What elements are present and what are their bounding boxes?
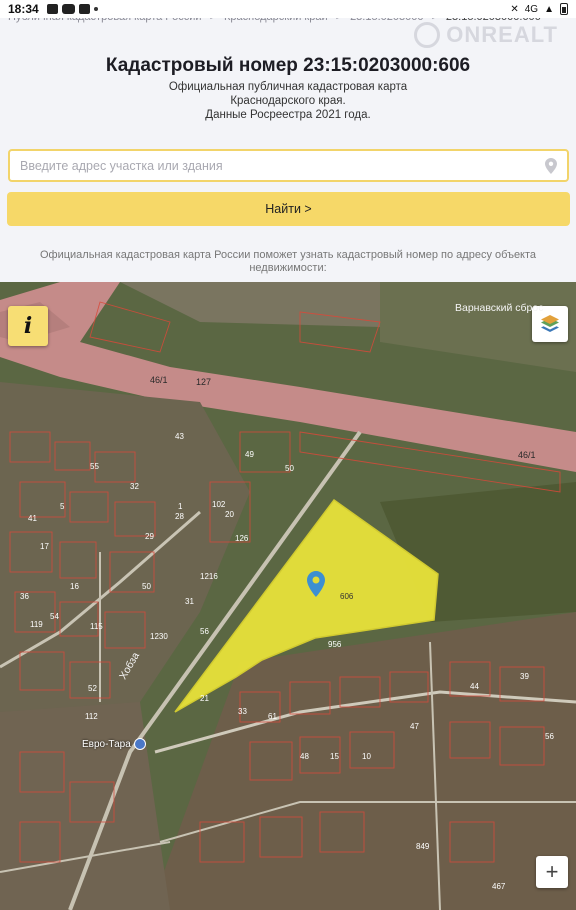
signal-icon: ▲ [544,3,554,15]
photo-icon [46,4,58,14]
satellite-map-layer [0,282,576,910]
mute-icon: ✕ [510,3,519,15]
parcel-label: 467 [492,882,506,891]
poi-marker-icon [133,738,146,750]
subtitle-line: Данные Росреестра 2021 года. [205,109,371,121]
cadastral-map[interactable]: i Варнавский сброс 46/1 46/1 127 Хобза 6… [0,282,576,910]
parcel-label: 54 [50,612,59,621]
parcel-label: 56 [545,732,554,741]
subtitle-line: Краснодарского края. [230,95,346,107]
parcel-label: 56 [200,627,209,636]
map-label-canal: 46/1 [518,450,536,460]
parcel-label: 43 [175,432,184,441]
parcel-label-selected: 606 [340,592,354,601]
parcel-label: 21 [200,694,209,703]
parcel-label: 20 [225,510,234,519]
parcel-label: 48 [300,752,309,761]
parcel-label: 119 [30,620,43,629]
youtube-icon [61,4,75,14]
page-subtitle: Официальная публичная кадастровая карта … [0,80,576,122]
zoom-in-button[interactable]: + [536,856,568,888]
notification-dot-icon [93,7,98,11]
info-button[interactable]: i [8,306,48,346]
subtitle-line: Официальная публичная кадастровая карта [168,81,408,93]
parcel-label: 61 [268,712,277,721]
watermark-text: ONREALT [446,22,558,47]
parcel-label: 36 [20,592,29,601]
status-bar: 18:34 ✕ 4G ▲ [0,0,576,18]
parcel-label: 44 [470,682,479,691]
location-pin-icon[interactable] [545,157,557,174]
parcel-label: 52 [88,684,97,693]
parcel-label: 10 [362,752,371,761]
parcel-label: 16 [70,582,79,591]
parcel-label: 33 [238,707,247,716]
parcel-label: 115 [90,622,103,631]
status-time: 18:34 [8,2,39,16]
parcel-label: 47 [410,722,419,731]
parcel-label: 39 [520,672,529,681]
parcel-label: 1216 [200,572,218,581]
parcel-label: 29 [145,532,154,541]
parcel-label: 112 [85,712,98,721]
page-title: Кадастровый номер 23:15:0203000:606 [105,55,471,76]
map-marker-icon[interactable] [307,571,325,597]
battery-icon [560,3,568,15]
parcel-label: 126 [235,534,249,543]
watermark: ONREALT [414,22,558,48]
poi-label: Евро-Тара [82,738,131,750]
watermark-logo-icon [414,22,441,48]
parcel-label: 15 [330,752,339,761]
parcel-label: 28 [175,512,184,521]
find-button[interactable]: Найти > [7,192,570,226]
parcel-label: 50 [285,464,294,473]
parcel-label: 50 [142,582,151,591]
network-label: 4G [524,3,539,15]
search-box [8,149,569,182]
parcel-label: 17 [40,542,49,551]
map-label-area: Варнавский сброс [455,302,544,314]
info-text: Официальная кадастровая карта России пом… [39,249,537,274]
status-right: ✕ 4G ▲ [510,3,568,15]
parcel-label: 41 [28,514,37,523]
parcel-label: 956 [328,640,342,649]
poi-euro-tara[interactable]: Евро-Тара [82,738,146,750]
parcel-label: 55 [90,462,99,471]
layers-icon [541,315,559,332]
map-label-canal: 46/1 [150,375,168,385]
map-label-canal: 127 [196,377,212,387]
mail-icon [78,4,90,14]
parcel-label: 1 [178,502,183,511]
search-input[interactable] [20,158,545,173]
parcel-label: 102 [212,500,226,509]
parcel-label: 5 [60,502,65,511]
parcel-label: 1230 [150,632,168,641]
parcel-label: 32 [130,482,139,491]
parcel-label: 849 [416,842,430,851]
parcel-label: 49 [245,450,254,459]
parcel-label: 31 [185,597,194,606]
